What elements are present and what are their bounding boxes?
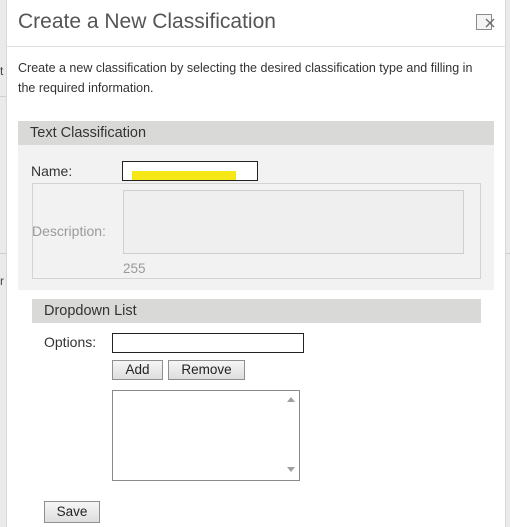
background-text-fragment: r [0, 274, 4, 288]
background-text-fragment: t [0, 64, 4, 78]
dropdown-list-header: Dropdown List [32, 299, 481, 323]
save-button[interactable]: Save [44, 501, 100, 523]
close-icon [485, 18, 495, 28]
description-char-count: 255 [123, 261, 146, 276]
text-classification-header: Text Classification [18, 121, 494, 145]
title-divider [7, 46, 505, 47]
scroll-up-arrow-icon[interactable] [287, 397, 295, 402]
add-option-button[interactable]: Add [112, 360, 163, 380]
remove-option-button[interactable]: Remove [168, 360, 245, 380]
scroll-down-arrow-icon[interactable] [287, 467, 295, 472]
options-input[interactable] [112, 333, 304, 353]
description-label: Description: [32, 223, 106, 239]
create-classification-dialog: Create a New Classification Create a new… [6, 0, 506, 527]
dialog-instructions: Create a new classification by selecting… [18, 61, 473, 95]
options-listbox[interactable] [112, 390, 300, 481]
name-redaction-highlight [132, 171, 236, 180]
description-textarea[interactable] [123, 190, 464, 254]
dialog-title: Create a New Classification [18, 10, 276, 33]
options-label: Options: [44, 334, 97, 350]
close-button[interactable] [476, 14, 495, 30]
name-label: Name: [31, 163, 73, 179]
